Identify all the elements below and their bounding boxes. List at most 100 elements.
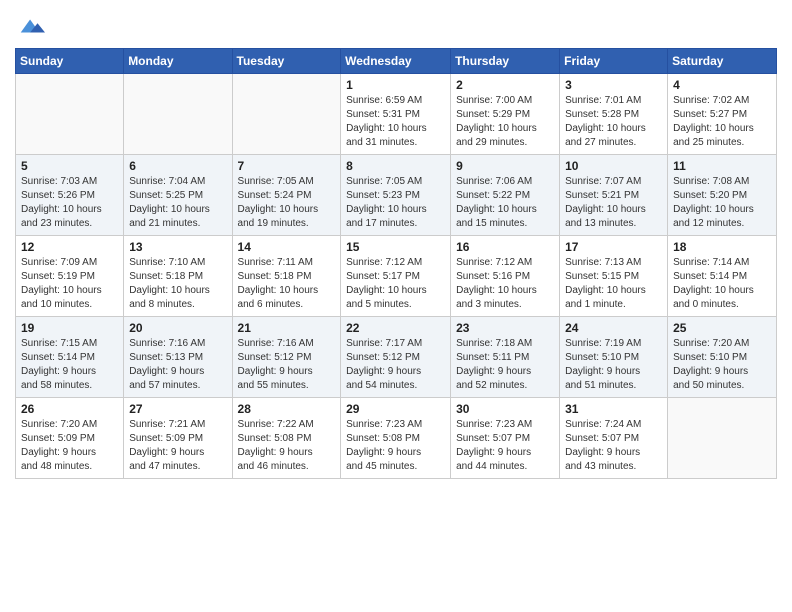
- logo: [15, 14, 45, 40]
- day-number: 23: [456, 321, 554, 335]
- calendar-cell: 26 Sunrise: 7:20 AM Sunset: 5:09 PM Dayli…: [16, 398, 124, 479]
- day-number: 3: [565, 78, 662, 92]
- calendar: SundayMondayTuesdayWednesdayThursdayFrid…: [15, 48, 777, 479]
- weekday-header-sunday: Sunday: [16, 49, 124, 74]
- day-info: Sunrise: 6:59 AM Sunset: 5:31 PM Dayligh…: [346, 94, 445, 150]
- day-info: Sunrise: 7:07 AM Sunset: 5:21 PM Dayligh…: [565, 175, 662, 231]
- day-info: Sunrise: 7:19 AM Sunset: 5:10 PM Dayligh…: [565, 337, 662, 393]
- calendar-cell: 30Sunrise: 7:23 AM Sunset: 5:07 PM Dayli…: [451, 398, 560, 479]
- calendar-cell: 12 Sunrise: 7:09 AM Sunset: 5:19 PM Dayli…: [16, 236, 124, 317]
- calendar-cell: 16 Sunrise: 7:12 AM Sunset: 5:16 PM Dayli…: [451, 236, 560, 317]
- day-number: 16: [456, 240, 554, 254]
- day-number: 19: [21, 321, 118, 335]
- calendar-cell: 6Sunrise: 7:04 AM Sunset: 5:25 PM Daylig…: [124, 155, 232, 236]
- day-info: Sunrise: 7:09 AM Sunset: 5:19 PM Dayligh…: [21, 256, 118, 312]
- day-info: Sunrise: 7:23 AM Sunset: 5:08 PM Dayligh…: [346, 418, 445, 474]
- day-number: 4: [673, 78, 771, 92]
- day-number: 24: [565, 321, 662, 335]
- calendar-cell: 10 Sunrise: 7:07 AM Sunset: 5:21 PM Dayli…: [560, 155, 668, 236]
- day-number: 25: [673, 321, 771, 335]
- day-info: Sunrise: 7:14 AM Sunset: 5:14 PM Dayligh…: [673, 256, 771, 312]
- calendar-cell: [16, 74, 124, 155]
- calendar-cell: 14 Sunrise: 7:11 AM Sunset: 5:18 PM Dayli…: [232, 236, 341, 317]
- day-info: Sunrise: 7:12 AM Sunset: 5:16 PM Dayligh…: [456, 256, 554, 312]
- weekday-header-tuesday: Tuesday: [232, 49, 341, 74]
- day-info: Sunrise: 7:18 AM Sunset: 5:11 PM Dayligh…: [456, 337, 554, 393]
- weekday-header-friday: Friday: [560, 49, 668, 74]
- week-row-5: 26 Sunrise: 7:20 AM Sunset: 5:09 PM Dayli…: [16, 398, 777, 479]
- calendar-cell: 5Sunrise: 7:03 AM Sunset: 5:26 PM Daylig…: [16, 155, 124, 236]
- calendar-cell: 15 Sunrise: 7:12 AM Sunset: 5:17 PM Dayli…: [341, 236, 451, 317]
- calendar-cell: 11 Sunrise: 7:08 AM Sunset: 5:20 PM Dayli…: [668, 155, 777, 236]
- weekday-header-wednesday: Wednesday: [341, 49, 451, 74]
- day-info: Sunrise: 7:16 AM Sunset: 5:13 PM Dayligh…: [129, 337, 226, 393]
- calendar-cell: 27Sunrise: 7:21 AM Sunset: 5:09 PM Dayli…: [124, 398, 232, 479]
- day-info: Sunrise: 7:24 AM Sunset: 5:07 PM Dayligh…: [565, 418, 662, 474]
- weekday-header-monday: Monday: [124, 49, 232, 74]
- day-number: 29: [346, 402, 445, 416]
- calendar-cell: 20 Sunrise: 7:16 AM Sunset: 5:13 PM Dayli…: [124, 317, 232, 398]
- calendar-cell: [668, 398, 777, 479]
- day-number: 6: [129, 159, 226, 173]
- calendar-cell: 7 Sunrise: 7:05 AM Sunset: 5:24 PM Daylig…: [232, 155, 341, 236]
- weekday-header-saturday: Saturday: [668, 49, 777, 74]
- day-info: Sunrise: 7:15 AM Sunset: 5:14 PM Dayligh…: [21, 337, 118, 393]
- weekday-header-thursday: Thursday: [451, 49, 560, 74]
- week-row-2: 5Sunrise: 7:03 AM Sunset: 5:26 PM Daylig…: [16, 155, 777, 236]
- day-info: Sunrise: 7:12 AM Sunset: 5:17 PM Dayligh…: [346, 256, 445, 312]
- week-row-1: 1Sunrise: 6:59 AM Sunset: 5:31 PM Daylig…: [16, 74, 777, 155]
- day-number: 15: [346, 240, 445, 254]
- calendar-cell: 31 Sunrise: 7:24 AM Sunset: 5:07 PM Dayli…: [560, 398, 668, 479]
- calendar-cell: 28 Sunrise: 7:22 AM Sunset: 5:08 PM Dayli…: [232, 398, 341, 479]
- day-info: Sunrise: 7:02 AM Sunset: 5:27 PM Dayligh…: [673, 94, 771, 150]
- calendar-cell: 22Sunrise: 7:17 AM Sunset: 5:12 PM Dayli…: [341, 317, 451, 398]
- day-number: 9: [456, 159, 554, 173]
- day-number: 5: [21, 159, 118, 173]
- logo-icon: [17, 12, 45, 40]
- week-row-4: 19 Sunrise: 7:15 AM Sunset: 5:14 PM Dayli…: [16, 317, 777, 398]
- day-info: Sunrise: 7:11 AM Sunset: 5:18 PM Dayligh…: [238, 256, 336, 312]
- day-info: Sunrise: 7:01 AM Sunset: 5:28 PM Dayligh…: [565, 94, 662, 150]
- day-number: 7: [238, 159, 336, 173]
- day-number: 10: [565, 159, 662, 173]
- calendar-cell: 18Sunrise: 7:14 AM Sunset: 5:14 PM Dayli…: [668, 236, 777, 317]
- day-info: Sunrise: 7:10 AM Sunset: 5:18 PM Dayligh…: [129, 256, 226, 312]
- day-number: 31: [565, 402, 662, 416]
- day-number: 12: [21, 240, 118, 254]
- day-number: 14: [238, 240, 336, 254]
- day-info: Sunrise: 7:16 AM Sunset: 5:12 PM Dayligh…: [238, 337, 336, 393]
- day-number: 11: [673, 159, 771, 173]
- day-number: 13: [129, 240, 226, 254]
- day-info: Sunrise: 7:20 AM Sunset: 5:09 PM Dayligh…: [21, 418, 118, 474]
- page: SundayMondayTuesdayWednesdayThursdayFrid…: [0, 0, 792, 494]
- calendar-cell: 23 Sunrise: 7:18 AM Sunset: 5:11 PM Dayli…: [451, 317, 560, 398]
- day-info: Sunrise: 7:13 AM Sunset: 5:15 PM Dayligh…: [565, 256, 662, 312]
- calendar-cell: 19 Sunrise: 7:15 AM Sunset: 5:14 PM Dayli…: [16, 317, 124, 398]
- calendar-cell: 8Sunrise: 7:05 AM Sunset: 5:23 PM Daylig…: [341, 155, 451, 236]
- weekday-header-row: SundayMondayTuesdayWednesdayThursdayFrid…: [16, 49, 777, 74]
- day-number: 2: [456, 78, 554, 92]
- calendar-cell: 29 Sunrise: 7:23 AM Sunset: 5:08 PM Dayli…: [341, 398, 451, 479]
- day-info: Sunrise: 7:23 AM Sunset: 5:07 PM Dayligh…: [456, 418, 554, 474]
- calendar-cell: 24 Sunrise: 7:19 AM Sunset: 5:10 PM Dayli…: [560, 317, 668, 398]
- calendar-cell: 21Sunrise: 7:16 AM Sunset: 5:12 PM Dayli…: [232, 317, 341, 398]
- header: [15, 10, 777, 40]
- day-info: Sunrise: 7:21 AM Sunset: 5:09 PM Dayligh…: [129, 418, 226, 474]
- day-number: 26: [21, 402, 118, 416]
- day-number: 22: [346, 321, 445, 335]
- calendar-cell: 9Sunrise: 7:06 AM Sunset: 5:22 PM Daylig…: [451, 155, 560, 236]
- day-number: 8: [346, 159, 445, 173]
- calendar-cell: 2 Sunrise: 7:00 AM Sunset: 5:29 PM Daylig…: [451, 74, 560, 155]
- week-row-3: 12 Sunrise: 7:09 AM Sunset: 5:19 PM Dayli…: [16, 236, 777, 317]
- day-info: Sunrise: 7:00 AM Sunset: 5:29 PM Dayligh…: [456, 94, 554, 150]
- calendar-cell: 1Sunrise: 6:59 AM Sunset: 5:31 PM Daylig…: [341, 74, 451, 155]
- day-number: 17: [565, 240, 662, 254]
- calendar-cell: 3 Sunrise: 7:01 AM Sunset: 5:28 PM Daylig…: [560, 74, 668, 155]
- day-info: Sunrise: 7:20 AM Sunset: 5:10 PM Dayligh…: [673, 337, 771, 393]
- day-number: 28: [238, 402, 336, 416]
- calendar-cell: 17 Sunrise: 7:13 AM Sunset: 5:15 PM Dayli…: [560, 236, 668, 317]
- day-info: Sunrise: 7:22 AM Sunset: 5:08 PM Dayligh…: [238, 418, 336, 474]
- day-number: 20: [129, 321, 226, 335]
- day-info: Sunrise: 7:05 AM Sunset: 5:24 PM Dayligh…: [238, 175, 336, 231]
- day-info: Sunrise: 7:08 AM Sunset: 5:20 PM Dayligh…: [673, 175, 771, 231]
